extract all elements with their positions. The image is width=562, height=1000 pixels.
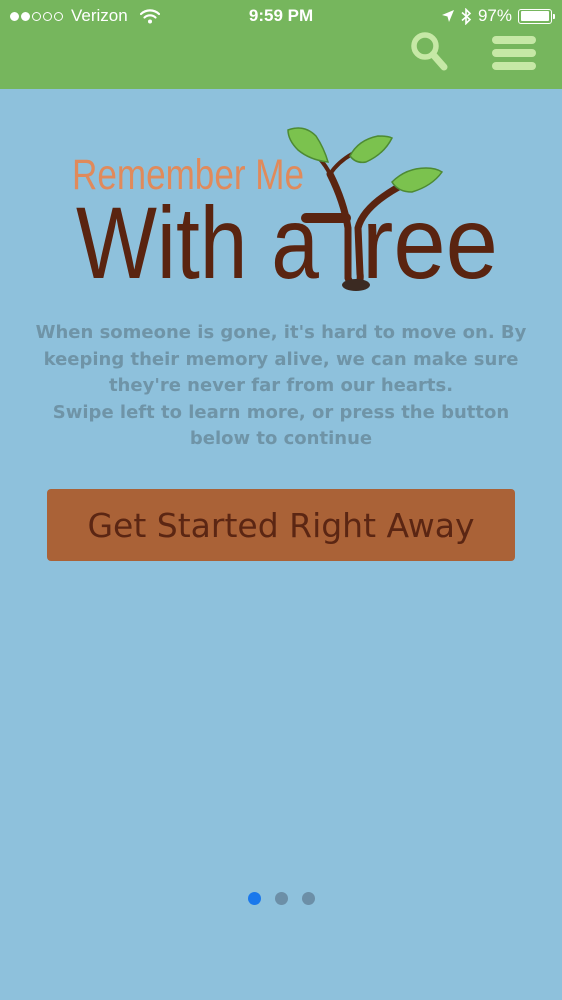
get-started-button[interactable]: Get Started Right Away	[47, 489, 515, 561]
logo-line2b: ree	[362, 186, 498, 300]
status-bar: Verizon 9:59 PM 97%	[0, 0, 562, 32]
battery-icon	[518, 8, 555, 24]
menu-button[interactable]	[490, 30, 538, 74]
logo-line2a: With a	[76, 186, 319, 300]
search-icon	[411, 32, 448, 71]
intro-paragraph: When someone is gone, it's hard to move …	[35, 322, 527, 396]
intro-instruction: Swipe left to learn more, or press the b…	[52, 401, 510, 450]
page-dot[interactable]	[247, 892, 261, 905]
hamburger-menu-icon	[492, 36, 536, 70]
app-header: Verizon 9:59 PM 97%	[0, 0, 562, 89]
search-button[interactable]	[408, 30, 452, 74]
page-indicator	[0, 892, 562, 905]
intro-text: When someone is gone, it's hard to move …	[30, 320, 532, 453]
battery-percent: 97%	[477, 6, 512, 25]
battery-fill	[520, 11, 549, 21]
bluetooth-icon	[461, 7, 472, 25]
page-dot[interactable]	[301, 892, 315, 905]
status-right: 97%	[441, 6, 555, 26]
app-logo: Remember Me With a ree	[72, 127, 498, 300]
location-arrow-icon	[441, 10, 454, 22]
page-dot[interactable]	[274, 892, 288, 905]
